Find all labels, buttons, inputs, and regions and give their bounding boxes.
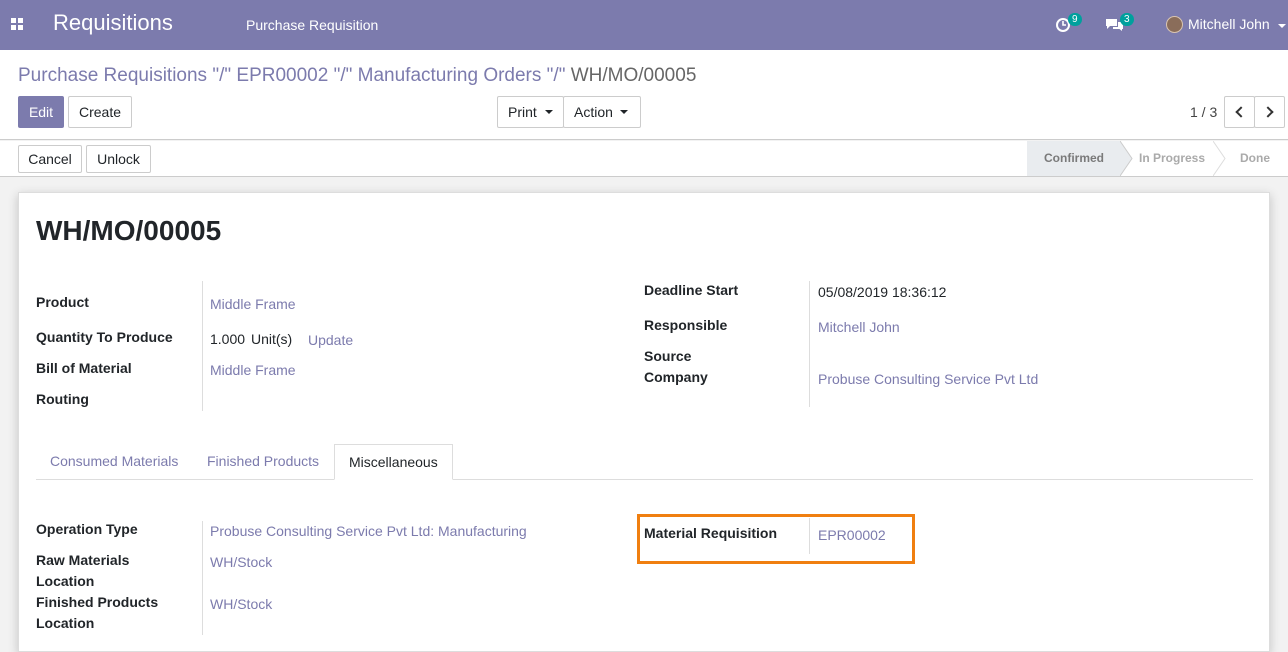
messages-badge: 3 bbox=[1120, 13, 1134, 26]
user-avatar bbox=[1166, 16, 1183, 33]
activity-menu[interactable]: 9 bbox=[1055, 13, 1085, 36]
tab-miscellaneous[interactable]: Miscellaneous bbox=[334, 444, 453, 480]
breadcrumb-separator: "/" bbox=[212, 65, 232, 86]
action-dropdown[interactable]: Action bbox=[563, 96, 641, 128]
form-sheet: WH/MO/00005 Product Middle Frame Quantit… bbox=[18, 192, 1270, 652]
responsible-link[interactable]: Mitchell John bbox=[818, 317, 900, 338]
raw-materials-location-label-2: Location bbox=[36, 573, 95, 589]
notebook-tabs: Consumed Materials Finished Products Mis… bbox=[36, 444, 1253, 480]
menu-purchase-requisition[interactable]: Purchase Requisition bbox=[246, 17, 378, 33]
routing-label: Routing bbox=[36, 391, 89, 407]
caret-down-icon bbox=[545, 110, 553, 114]
raw-materials-location-label: Raw Materials bbox=[36, 552, 130, 568]
deadline-value: 05/08/2019 18:36:12 bbox=[818, 284, 947, 300]
deadline-label: Deadline Start bbox=[644, 282, 739, 298]
create-button[interactable]: Create bbox=[68, 96, 132, 128]
operation-type-label: Operation Type bbox=[36, 521, 138, 537]
print-dropdown[interactable]: Print bbox=[497, 96, 564, 128]
field-divider bbox=[202, 281, 203, 411]
finished-products-location-link[interactable]: WH/Stock bbox=[210, 594, 272, 615]
action-label: Action bbox=[574, 104, 613, 120]
company-link[interactable]: Probuse Consulting Service Pvt Ltd bbox=[818, 369, 1038, 390]
company-label: Company bbox=[644, 369, 708, 385]
chevron-right-icon bbox=[1262, 106, 1274, 118]
stage-in-progress[interactable]: In Progress bbox=[1130, 141, 1214, 176]
chevron-down-icon bbox=[1278, 24, 1286, 28]
breadcrumb-separator: "/" bbox=[333, 65, 353, 86]
breadcrumb-current: WH/MO/00005 bbox=[570, 65, 697, 86]
quantity-label: Quantity To Produce bbox=[36, 329, 173, 345]
stage-arrow bbox=[1213, 141, 1226, 176]
uom-value: Unit(s) bbox=[251, 331, 293, 347]
edit-button[interactable]: Edit bbox=[18, 96, 64, 128]
print-label: Print bbox=[508, 104, 537, 120]
breadcrumb-separator: "/" bbox=[546, 65, 566, 86]
update-quantity-button[interactable]: Update bbox=[308, 330, 353, 351]
breadcrumb-epr[interactable]: EPR00002 bbox=[236, 65, 328, 86]
material-requisition-label: Material Requisition bbox=[644, 525, 778, 541]
cancel-button[interactable]: Cancel bbox=[18, 145, 82, 173]
chevron-left-icon bbox=[1235, 106, 1247, 118]
tab-consumed-materials[interactable]: Consumed Materials bbox=[36, 444, 192, 480]
stage-done[interactable]: Done bbox=[1226, 141, 1284, 176]
breadcrumb: Purchase Requisitions "/" EPR00002 "/" M… bbox=[18, 65, 696, 87]
stage-confirmed[interactable]: Confirmed bbox=[1027, 141, 1121, 176]
product-link[interactable]: Middle Frame bbox=[210, 294, 296, 315]
status-bar: Cancel Unlock Confirmed In Progress Done bbox=[0, 141, 1288, 177]
product-label: Product bbox=[36, 294, 89, 310]
bom-link[interactable]: Middle Frame bbox=[210, 360, 296, 381]
field-divider bbox=[809, 518, 810, 554]
finished-products-location-label-2: Location bbox=[36, 615, 95, 631]
operation-type-link[interactable]: Probuse Consulting Service Pvt Ltd: Manu… bbox=[210, 521, 527, 542]
pager-previous-button[interactable] bbox=[1224, 96, 1255, 128]
pager-value[interactable]: 1 / 3 bbox=[1190, 104, 1217, 120]
field-divider bbox=[202, 521, 203, 635]
unlock-button[interactable]: Unlock bbox=[86, 145, 151, 173]
responsible-label: Responsible bbox=[644, 317, 728, 333]
apps-menu-icon[interactable] bbox=[11, 18, 24, 31]
field-divider bbox=[809, 281, 810, 407]
control-panel: Purchase Requisitions "/" EPR00002 "/" M… bbox=[0, 50, 1288, 140]
breadcrumb-manufacturing-orders[interactable]: Manufacturing Orders bbox=[358, 65, 542, 86]
finished-products-location-label: Finished Products bbox=[36, 594, 159, 610]
activity-badge: 9 bbox=[1068, 13, 1082, 26]
breadcrumb-purchase-requisitions[interactable]: Purchase Requisitions bbox=[18, 65, 207, 86]
raw-materials-location-link[interactable]: WH/Stock bbox=[210, 552, 272, 573]
source-label: Source bbox=[644, 348, 692, 364]
caret-down-icon bbox=[620, 110, 628, 114]
user-name: Mitchell John bbox=[1188, 16, 1270, 32]
bom-label: Bill of Material bbox=[36, 360, 132, 376]
pager-next-button[interactable] bbox=[1254, 96, 1285, 128]
material-requisition-link[interactable]: EPR00002 bbox=[818, 525, 886, 546]
quantity-value: 1.000 bbox=[210, 331, 246, 347]
tab-finished-products[interactable]: Finished Products bbox=[193, 444, 333, 480]
record-title: WH/MO/00005 bbox=[36, 215, 222, 246]
messages-menu[interactable]: 3 bbox=[1105, 13, 1135, 36]
app-title[interactable]: Requisitions bbox=[53, 10, 173, 36]
top-navbar: Requisitions Purchase Requisition 9 3 Mi… bbox=[0, 0, 1288, 50]
